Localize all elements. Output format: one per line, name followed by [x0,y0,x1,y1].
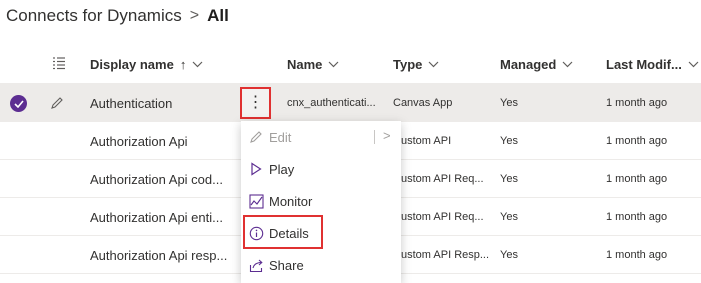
monitor-icon [248,193,264,209]
cell-managed: Yes [500,211,518,223]
menu-item-label: Share [269,257,304,273]
menu-item-share[interactable]: Share [241,249,401,281]
column-header-display-name[interactable]: Display name ↑ [90,44,203,84]
column-header-last-modified[interactable]: Last Modif... [606,44,699,84]
chevron-down-icon [328,61,339,67]
more-vertical-icon: ⋮ [247,94,264,111]
cell-last-modified: 1 month ago [606,173,668,185]
breadcrumb-current: All [207,6,229,25]
cell-type: ustom API Req... [401,173,484,185]
sort-ascending-icon: ↑ [179,56,187,72]
column-header-managed[interactable]: Managed [500,44,573,84]
cell-type: ustom API Req... [401,211,484,223]
share-icon [248,257,264,273]
cell-managed: Yes [500,249,518,261]
chevron-right-icon[interactable]: > [383,128,391,143]
details-highlight-box [243,215,323,249]
more-commands-button[interactable]: ⋮ [240,87,271,119]
checkmark-icon[interactable] [10,95,27,112]
cell-display-name[interactable]: Authorization Api [90,122,235,160]
cell-name: cnx_authenticati... [287,97,376,109]
play-icon [248,161,264,177]
cell-last-modified: 1 month ago [606,135,668,147]
menu-item-monitor[interactable]: Monitor [241,185,401,217]
column-header-name-label: Name [287,56,323,72]
cell-managed: Yes [500,173,518,185]
menu-item-label: Edit [269,129,292,145]
cell-last-modified: 1 month ago [606,97,668,109]
chevron-down-icon [192,61,203,67]
cell-display-name[interactable]: Authorization Api enti... [90,198,235,236]
column-header-managed-label: Managed [500,56,557,72]
cell-managed: Yes [500,135,518,147]
chevron-down-icon [428,61,439,67]
breadcrumb-separator: > [189,7,200,24]
column-header-type-label: Type [393,56,423,72]
pencil-icon [248,129,264,145]
cell-display-name[interactable]: Authorization Api resp... [90,236,240,274]
cell-last-modified: 1 month ago [606,249,668,261]
menu-item-edit[interactable]: Edit > [241,121,401,153]
cell-managed: Yes [500,97,518,109]
table-header: Display name ↑ Name Type Managed Last Mo… [0,44,701,84]
menu-item-play[interactable]: Play [241,153,401,185]
cell-type: ustom API [401,135,452,147]
column-header-name[interactable]: Name [287,44,339,84]
cell-type: Canvas App [393,97,453,109]
breadcrumb-parent-link[interactable]: Connects for Dynamics [6,6,182,26]
menu-item-label: Monitor [269,193,313,209]
column-header-type[interactable]: Type [393,44,439,84]
table-row[interactable]: Authentication cnx_authenticati... Canva… [0,84,701,122]
cell-type: ustom API Resp... [401,249,490,261]
breadcrumb: Connects for Dynamics > All [6,4,229,28]
pencil-icon[interactable] [50,96,64,110]
chevron-down-icon [688,61,699,67]
chevron-down-icon [562,61,573,67]
column-header-display-name-label: Display name [90,56,174,72]
column-header-last-modified-label: Last Modif... [606,56,682,72]
menu-item-label: Play [269,161,295,177]
cell-display-name[interactable]: Authentication [90,84,230,122]
app-page: Connects for Dynamics > All Display name… [0,0,701,283]
menu-divider [374,130,375,144]
cell-display-name[interactable]: Authorization Api cod... [90,160,235,198]
cell-last-modified: 1 month ago [606,211,668,223]
list-view-icon[interactable] [52,56,66,70]
context-menu: Edit > Play Monitor Details Share [241,121,401,283]
